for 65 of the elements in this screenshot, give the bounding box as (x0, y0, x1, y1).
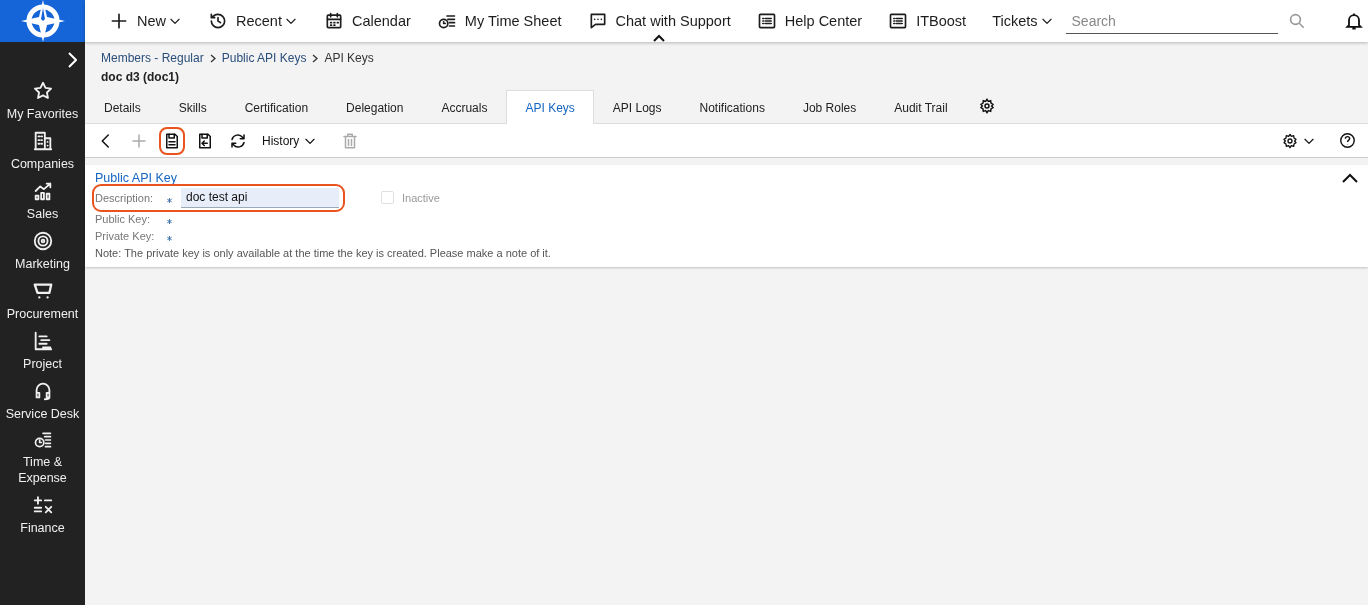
nav-menu-item[interactable]: Tickets (992, 0, 1054, 42)
sidebar-item[interactable]: Sales (0, 172, 85, 222)
sidebar-item[interactable]: Time & Expense (0, 422, 85, 486)
sidebar-item[interactable]: Project (0, 322, 85, 372)
tab[interactable]: Audit Trail (875, 91, 967, 124)
breadcrumb-link[interactable]: API Keys (324, 51, 374, 65)
logo-icon[interactable] (20, 0, 65, 42)
field-label: Public Key: (95, 212, 152, 225)
sidebar-item[interactable]: My Favorites (0, 72, 85, 122)
tab[interactable]: Details (85, 91, 160, 124)
history-dropdown[interactable]: History (258, 126, 322, 155)
tab[interactable]: Accruals (422, 91, 507, 124)
chevron-up-icon[interactable] (1342, 173, 1358, 183)
chevron-right-icon[interactable] (67, 52, 77, 68)
nav-menu-item[interactable]: Chat with Support (587, 0, 731, 42)
tab[interactable]: Certification (225, 91, 328, 124)
tab[interactable]: Delegation (327, 91, 423, 124)
sidebar-item[interactable]: Marketing (0, 222, 85, 272)
save-button[interactable] (159, 126, 185, 155)
list-icon (756, 11, 777, 31)
settings-icon (1282, 132, 1298, 149)
math-icon (31, 494, 54, 516)
search-field[interactable]: Search (1065, 8, 1278, 34)
building-icon (31, 130, 54, 152)
chevron-right-icon (209, 53, 216, 63)
target-icon (31, 230, 54, 252)
refresh-icon (229, 131, 247, 150)
list-icon (888, 11, 909, 31)
sidebar-item[interactable]: Procurement (0, 272, 85, 322)
caret-up-icon[interactable] (653, 34, 666, 42)
chevron-right-icon (312, 53, 319, 63)
section-title[interactable]: Public API Key (95, 171, 177, 185)
tab[interactable]: Job Roles (783, 91, 876, 124)
save-icon (196, 131, 214, 150)
field-label: Description: (95, 191, 155, 204)
help-icon[interactable] (1339, 132, 1356, 149)
nav-menu-item[interactable]: Recent (208, 0, 298, 42)
nav-menu-item[interactable]: My Time Sheet (436, 0, 562, 42)
nav-menu-item[interactable]: ITBoost (888, 0, 967, 42)
tab[interactable]: Notifications (680, 91, 784, 124)
note-text: Note: The private key is only available at the time the key is created. Please make a note of it. (95, 247, 552, 259)
description-field[interactable]: doc test api (181, 187, 339, 208)
sidebar-item[interactable]: Companies (0, 122, 85, 172)
tab[interactable]: Skills (159, 91, 226, 124)
sidebar-item[interactable]: Finance (0, 486, 85, 536)
sidebar-item[interactable]: Service Desk (0, 372, 85, 422)
breadcrumb-link[interactable]: Public API Keys (221, 51, 307, 65)
settings-icon[interactable] (978, 97, 995, 114)
nav-menu-item[interactable]: Calendar (323, 0, 411, 42)
trash-icon (341, 131, 360, 150)
tab[interactable]: API Keys (506, 90, 594, 124)
search-icon[interactable] (1287, 12, 1306, 30)
save-icon (163, 131, 181, 150)
plus-icon (130, 131, 148, 150)
star-icon (31, 80, 54, 102)
record-title: doc d3 (doc1) (100, 69, 180, 86)
history-icon (208, 11, 228, 31)
tab[interactable]: API Logs (593, 91, 681, 124)
nav-menu-item[interactable]: Help Center (756, 0, 863, 42)
breadcrumb-link[interactable]: Members - Regular (101, 51, 204, 65)
cart-icon (31, 280, 54, 302)
field-label: Private Key: (95, 229, 156, 242)
plus-icon (109, 11, 129, 31)
nav-menu-item[interactable]: New (109, 0, 182, 42)
checkbox-label: Inactive (402, 191, 440, 204)
